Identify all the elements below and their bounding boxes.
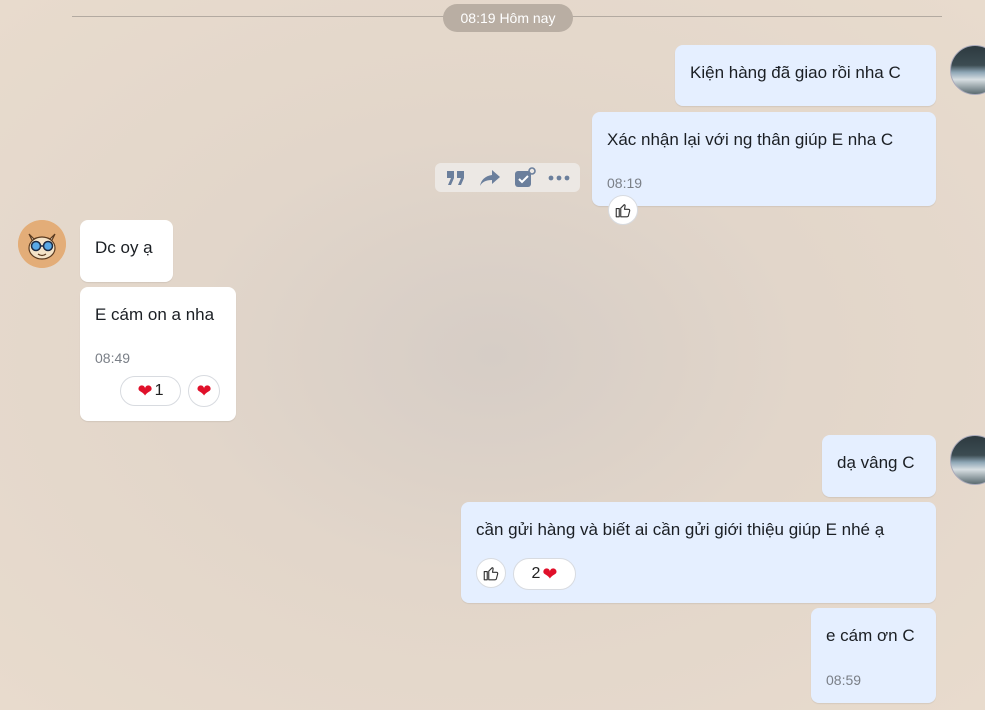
my-avatar[interactable] <box>950 45 985 95</box>
cat-avatar-icon <box>18 220 66 268</box>
message-text: e cám ơn C <box>826 626 915 645</box>
message-bubble-sent[interactable]: Kiện hàng đã giao rồi nha C <box>675 45 936 106</box>
message-text: Dc oy ạ <box>95 238 153 257</box>
heart-reaction-button[interactable]: ❤ <box>188 375 220 407</box>
thumbs-up-icon <box>615 204 631 218</box>
message-time: 08:49 <box>95 350 131 366</box>
heart-icon: ❤ <box>542 564 558 584</box>
forward-icon[interactable] <box>478 166 502 190</box>
message-bubble-sent[interactable]: cần gửi hàng và biết ai cần gửi giới thi… <box>461 502 936 603</box>
message-text: Kiện hàng đã giao rồi nha C <box>690 63 901 82</box>
thumbs-up-icon <box>483 567 499 581</box>
quote-icon[interactable] <box>444 166 468 190</box>
contact-avatar[interactable] <box>18 220 66 268</box>
message-time: 08:19 <box>607 175 643 191</box>
message-text: Xác nhận lại với ng thân giúp E nha C <box>607 130 894 149</box>
my-avatar[interactable] <box>950 435 985 485</box>
message-bubble-received[interactable]: E cám on a nha 08:49 ❤ 1 ❤ <box>80 287 236 421</box>
message-bubble-sent[interactable]: dạ vâng C <box>822 435 936 497</box>
like-reaction-button[interactable] <box>608 195 638 225</box>
more-icon[interactable] <box>547 166 571 190</box>
message-bubble-sent[interactable]: e cám ơn C 08:59 <box>811 608 936 703</box>
date-divider-label: 08:19 Hôm nay <box>443 4 573 32</box>
heart-icon: ❤ <box>137 381 153 401</box>
message-action-toolbar <box>435 163 580 192</box>
message-bubble-sent[interactable]: Xác nhận lại với ng thân giúp E nha C 08… <box>592 112 936 206</box>
mark-task-icon[interactable] <box>513 166 537 190</box>
like-reaction-button[interactable] <box>476 558 506 588</box>
message-bubble-received[interactable]: Dc oy ạ <box>80 220 173 282</box>
heart-icon: ❤ <box>196 381 212 401</box>
heart-reaction-count[interactable]: ❤ 1 <box>120 376 181 406</box>
reaction-count: 1 <box>154 382 164 399</box>
message-time: 08:59 <box>826 672 862 688</box>
message-text: dạ vâng C <box>837 453 915 472</box>
reaction-count: 2 <box>531 565 541 582</box>
heart-reaction-count[interactable]: 2 ❤ <box>513 558 576 590</box>
message-text: E cám on a nha <box>95 305 215 324</box>
message-text: cần gửi hàng và biết ai cần gửi giới thi… <box>476 520 885 539</box>
